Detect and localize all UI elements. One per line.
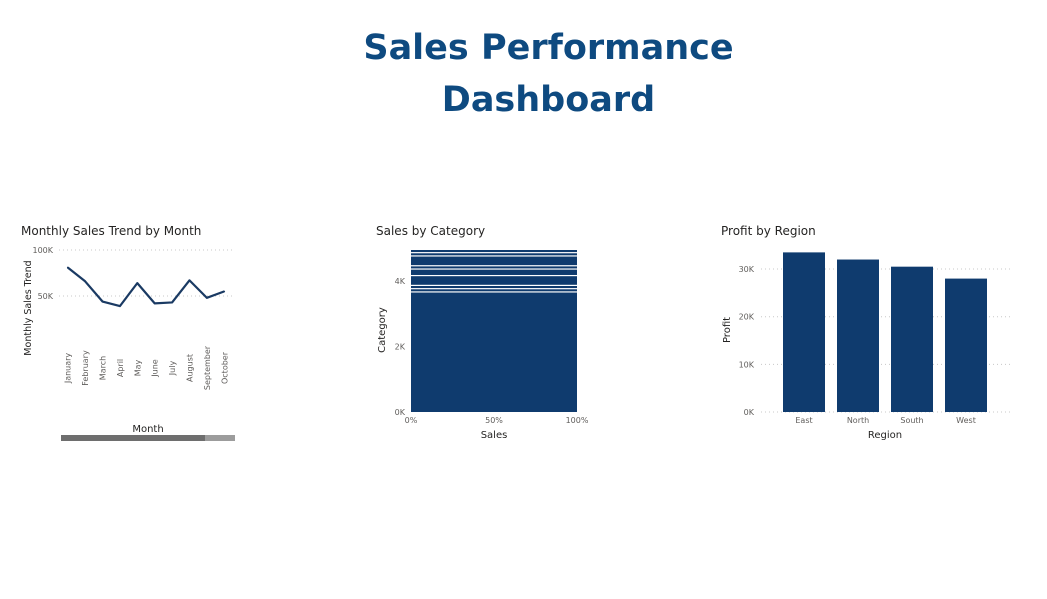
data-point xyxy=(153,302,156,305)
y-tick-label: 4K xyxy=(395,277,406,286)
x-tick-label: April xyxy=(116,359,125,377)
category-bar xyxy=(411,250,577,253)
x-axis-title: Month xyxy=(132,424,163,435)
x-tick-label: 0% xyxy=(405,416,418,425)
category-sales-visual[interactable]: Sales by Category 0K 2K 4K 0% 50% 100% Sales Ca… xyxy=(376,224,606,446)
region-profit-chart: 0K 10K 20K 30K East North South West Region Profi… xyxy=(722,252,1011,441)
data-point xyxy=(119,305,121,307)
monthly-sales-visual[interactable]: Monthly Sales Trend by Month 100K 50K Janu… xyxy=(21,224,251,446)
region-bar xyxy=(837,259,879,412)
x-tick-label: 50% xyxy=(485,416,503,425)
x-tick-label: August xyxy=(186,354,195,382)
y-tick-label: 0K xyxy=(744,408,755,417)
category-bar xyxy=(411,269,577,275)
x-tick-label: June xyxy=(151,359,160,378)
category-bar xyxy=(411,292,577,412)
y-axis-title: Category xyxy=(377,307,388,353)
y-axis-title: Monthly Sales Trend xyxy=(23,260,34,355)
x-tick-label: May xyxy=(133,359,142,376)
data-point xyxy=(206,297,208,299)
category-bar xyxy=(411,253,577,256)
category-bar xyxy=(411,276,577,285)
x-tick-label: October xyxy=(220,351,229,384)
category-bar xyxy=(411,256,577,266)
y-tick-label: 10K xyxy=(739,360,755,369)
data-point xyxy=(66,266,69,269)
page-title-line-2: Dashboard xyxy=(441,80,656,120)
x-tick-label: January xyxy=(64,353,73,385)
x-tick-label: September xyxy=(203,345,212,390)
x-axis-title: Sales xyxy=(481,430,508,441)
x-tick-label: July xyxy=(168,361,177,377)
data-point xyxy=(84,280,86,283)
region-bar xyxy=(891,266,933,412)
x-tick-label: March xyxy=(99,356,108,380)
monthly-sales-chart: 100K 50K January February March April May June J… xyxy=(23,246,235,441)
page-title-line-1: Sales Performance xyxy=(363,28,734,68)
x-axis-title: Region xyxy=(868,430,902,441)
page-title: Sales Performance Dashboard xyxy=(0,22,1047,126)
y-tick-label: 2K xyxy=(395,343,406,352)
category-bar xyxy=(411,286,577,289)
region-profit-visual[interactable]: Profit by Region 0K 10K 20K 30K East North Sou… xyxy=(721,224,1021,446)
category-bar xyxy=(411,266,577,269)
y-tick-label: 30K xyxy=(739,265,755,274)
x-tick-label: West xyxy=(956,416,976,425)
data-point xyxy=(188,279,191,282)
x-tick-label: February xyxy=(81,350,90,386)
x-tick-label: North xyxy=(847,416,869,425)
region-bar xyxy=(945,278,987,412)
y-tick-label: 50K xyxy=(38,292,54,301)
x-tick-label: 100% xyxy=(566,416,589,425)
category-sales-chart: 0K2K4K0% 50% 100%SalesCategory xyxy=(377,250,589,441)
y-tick-label: 100K xyxy=(32,246,53,255)
region-bar xyxy=(783,252,825,412)
data-point xyxy=(136,282,139,284)
y-axis-title: Profit xyxy=(722,317,733,343)
x-tick-label: South xyxy=(900,416,923,425)
x-tick-label: East xyxy=(795,416,812,425)
category-bar xyxy=(411,289,577,292)
horizontal-scrollbar-thumb xyxy=(61,435,205,441)
data-point xyxy=(171,301,173,304)
data-point xyxy=(223,290,226,293)
data-point xyxy=(101,300,104,303)
series-line xyxy=(67,266,225,308)
y-tick-label: 20K xyxy=(739,313,755,322)
